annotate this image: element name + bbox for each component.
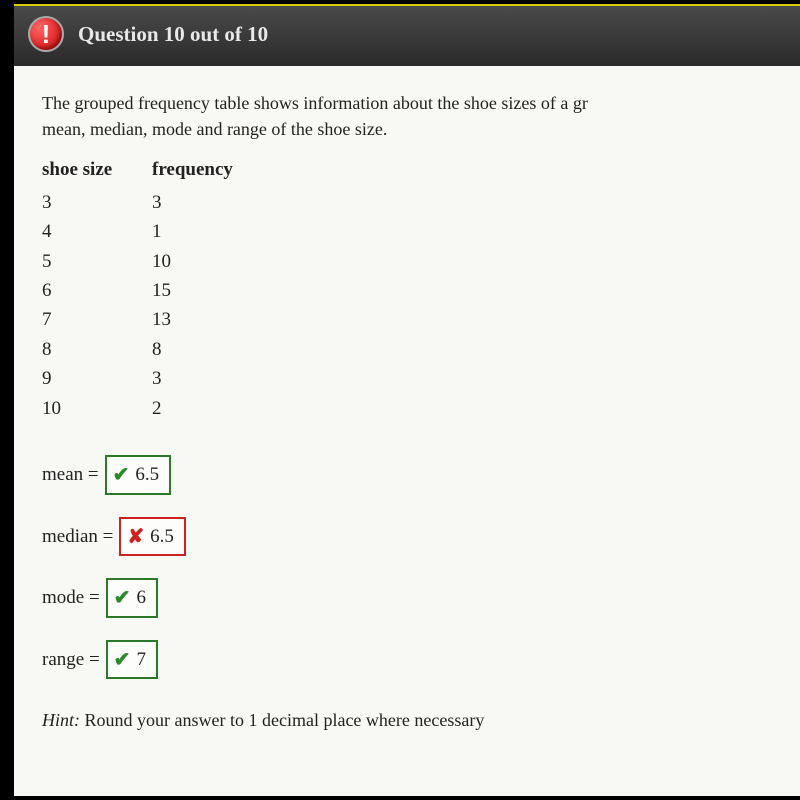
table-row: 88 [42,335,780,364]
cell-size: 5 [42,247,152,276]
answers-block: mean = ✔ 6.5 median = ✘ 6.5 mode = ✔ 6 [42,455,780,679]
cell-size: 9 [42,364,152,393]
median-label: median = [42,523,113,551]
cell-size: 6 [42,276,152,305]
table-row: 102 [42,394,780,423]
table-row: 93 [42,364,780,393]
hint-text: Round your answer to 1 decimal place whe… [80,710,484,730]
mode-input[interactable]: ✔ 6 [106,578,158,618]
cross-icon: ✘ [127,527,144,547]
cell-freq: 15 [152,276,272,305]
cell-size: 8 [42,335,152,364]
mean-label: mean = [42,461,99,489]
table-row: 41 [42,217,780,246]
median-value: 6.5 [150,523,174,551]
cell-freq: 3 [152,188,272,217]
hint: Hint: Round your answer to 1 decimal pla… [42,707,780,733]
hint-prefix: Hint: [42,710,80,730]
answer-median: median = ✘ 6.5 [42,517,780,557]
answer-mode: mode = ✔ 6 [42,578,780,618]
table-row: 510 [42,247,780,276]
table-row: 33 [42,188,780,217]
table-row: 713 [42,305,780,334]
prompt-line-1: The grouped frequency table shows inform… [42,93,588,113]
prompt-line-2: mean, median, mode and range of the shoe… [42,119,387,139]
question-prompt: The grouped frequency table shows inform… [42,90,780,142]
cell-freq: 13 [152,305,272,334]
mode-value: 6 [136,584,146,612]
cell-size: 4 [42,217,152,246]
table-header: shoe size frequency [42,156,780,184]
question-content: The grouped frequency table shows inform… [14,66,800,796]
cell-size: 10 [42,394,152,423]
cell-size: 7 [42,305,152,334]
range-value: 7 [136,646,146,674]
answer-mean: mean = ✔ 6.5 [42,455,780,495]
cell-freq: 10 [152,247,272,276]
col-header-size: shoe size [42,156,152,184]
cell-freq: 2 [152,394,272,423]
check-icon: ✔ [114,588,131,608]
cell-freq: 8 [152,335,272,364]
mode-label: mode = [42,584,100,612]
alert-icon: ! [28,16,64,52]
app-frame: ! Question 10 out of 10 The grouped freq… [0,0,800,800]
table-row: 615 [42,276,780,305]
mean-input[interactable]: ✔ 6.5 [105,455,172,495]
cell-freq: 1 [152,217,272,246]
mean-value: 6.5 [135,461,159,489]
check-icon: ✔ [114,650,131,670]
frequency-table: shoe size frequency 33 41 510 615 713 88… [42,156,780,423]
cell-size: 3 [42,188,152,217]
answer-range: range = ✔ 7 [42,640,780,680]
col-header-frequency: frequency [152,156,272,184]
range-label: range = [42,646,100,674]
range-input[interactable]: ✔ 7 [106,640,158,680]
title-bar: ! Question 10 out of 10 [14,4,800,66]
question-title: Question 10 out of 10 [78,22,268,47]
check-icon: ✔ [113,465,130,485]
cell-freq: 3 [152,364,272,393]
median-input[interactable]: ✘ 6.5 [119,517,186,557]
